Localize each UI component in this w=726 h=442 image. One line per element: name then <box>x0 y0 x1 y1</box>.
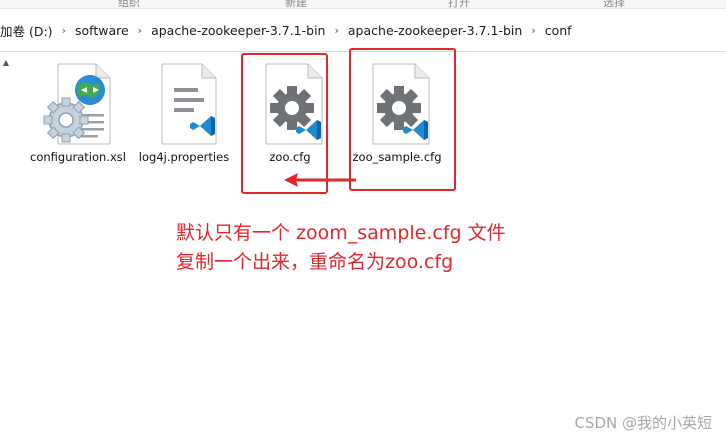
file-item-configuration-xsl[interactable]: configuration.xsl <box>28 60 128 165</box>
file-name: configuration.xsl <box>30 150 126 164</box>
ribbon-strip: 组织 新建 打开 选择 <box>0 0 726 9</box>
ribbon-item-organize[interactable]: 组织 <box>118 0 140 8</box>
file-item-log4j-properties[interactable]: log4j.properties <box>134 60 234 165</box>
breadcrumb-separator-icon[interactable]: › <box>57 24 71 37</box>
scroll-up-icon[interactable]: ▲ <box>1 58 11 68</box>
vscode-text-file-icon <box>146 60 222 148</box>
breadcrumb-item-drive[interactable]: 加卷 (D:) <box>0 21 57 40</box>
breadcrumb-item-zookeeper-outer[interactable]: apache-zookeeper-3.7.1-bin <box>147 23 329 38</box>
annotation-line-1: 默认只有一个 zoom_sample.cfg 文件 <box>176 222 506 244</box>
copy-arrow-icon <box>284 173 356 187</box>
ribbon-item-new[interactable]: 新建 <box>285 0 307 8</box>
breadcrumb-separator-icon[interactable]: › <box>329 24 343 37</box>
breadcrumb-item-zookeeper-inner[interactable]: apache-zookeeper-3.7.1-bin <box>344 23 526 38</box>
breadcrumb-item-conf[interactable]: conf <box>541 23 576 38</box>
breadcrumb-item-software[interactable]: software <box>71 23 133 38</box>
scrollbar[interactable]: ▲ <box>0 52 12 442</box>
ribbon-item-select[interactable]: 选择 <box>603 0 625 8</box>
highlight-box-zoo-sample-cfg <box>349 48 456 191</box>
breadcrumb-separator-icon[interactable]: › <box>526 24 540 37</box>
breadcrumb-separator-icon[interactable]: › <box>133 24 147 37</box>
watermark: CSDN @我的小英短 <box>574 414 712 432</box>
xsl-stylesheet-icon <box>40 60 116 148</box>
ribbon-item-open[interactable]: 打开 <box>448 0 470 8</box>
file-name: log4j.properties <box>138 150 230 164</box>
annotation-line-2: 复制一个出来，重命名为zoo.cfg <box>176 251 454 273</box>
breadcrumb: 加卷 (D:) › software › apache-zookeeper-3.… <box>0 9 726 52</box>
